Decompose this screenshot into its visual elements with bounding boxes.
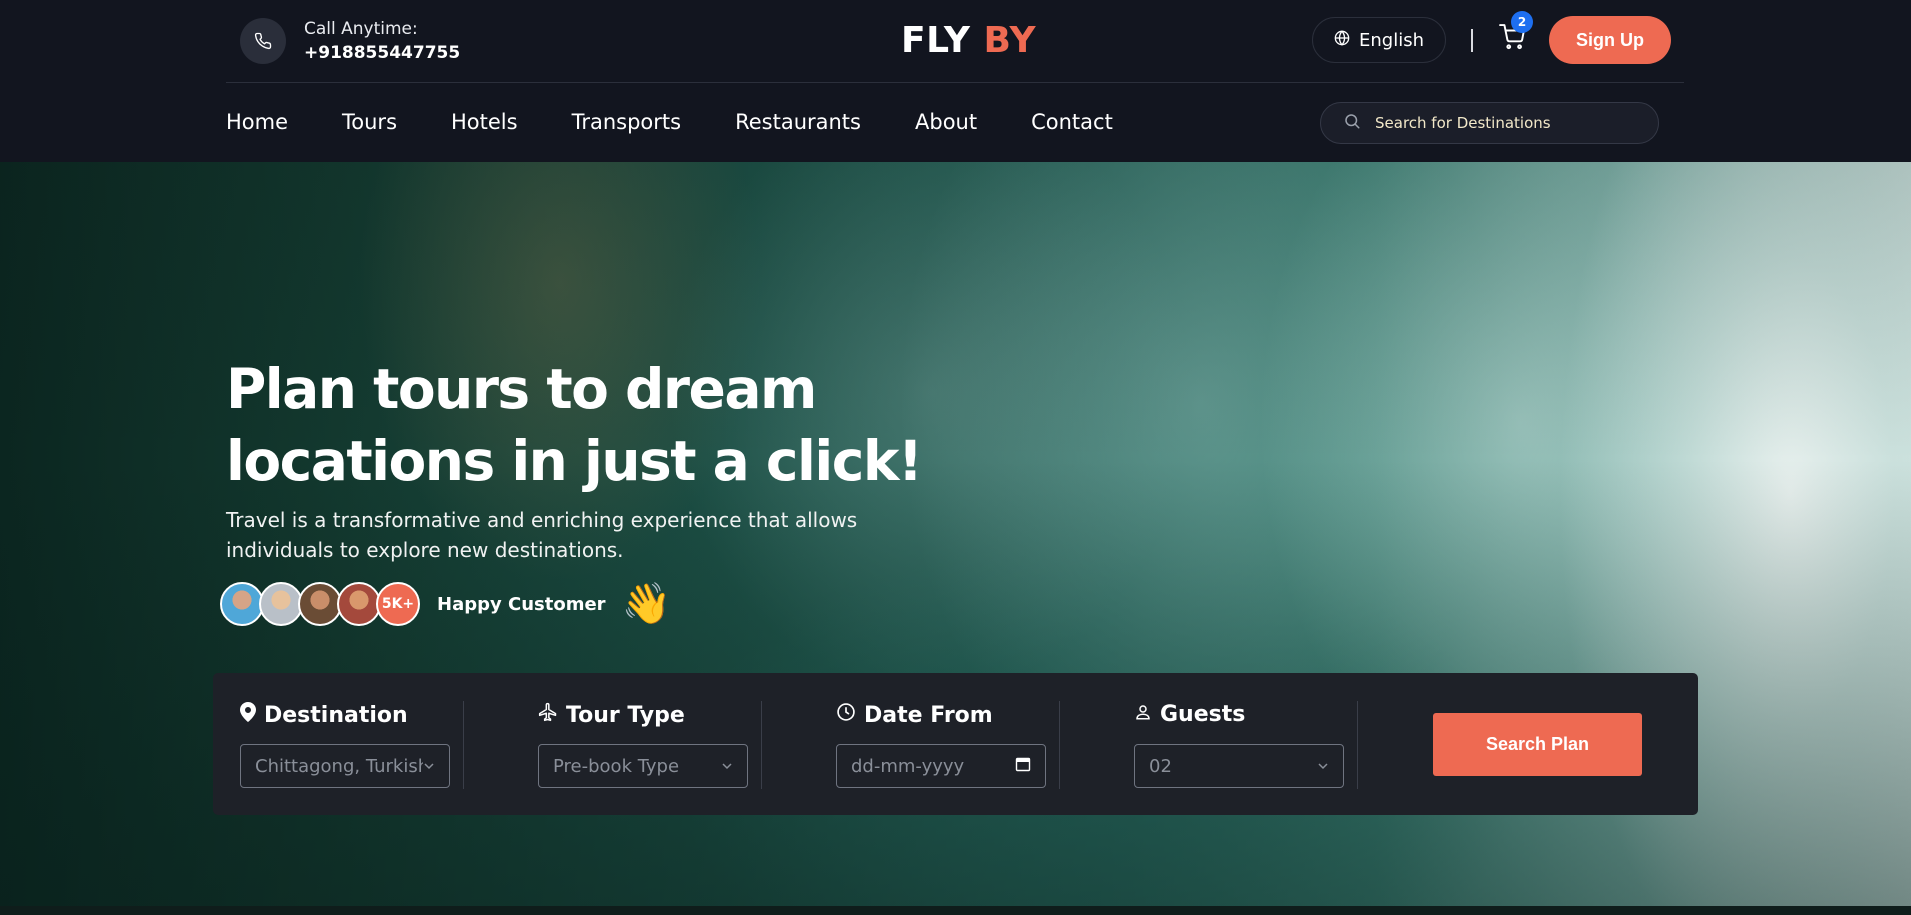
destination-title: Destination	[240, 702, 408, 728]
site-logo[interactable]: FLY BY	[901, 20, 1036, 61]
logo-fly: FLY	[901, 20, 971, 61]
destination-value: Chittagong, Turkish	[255, 755, 423, 777]
guests-label: Guests	[1160, 702, 1246, 727]
customer-avatar	[259, 582, 303, 626]
nav-hotels[interactable]: Hotels	[451, 109, 518, 135]
field-divider	[463, 701, 464, 789]
cart-count-badge: 2	[1511, 11, 1533, 33]
guests-field: Guests 02	[1134, 673, 1364, 815]
main-nav: Home Tours Hotels Transports Restaurants…	[226, 109, 1113, 135]
date-from-value: dd-mm-yyyy	[851, 755, 965, 777]
nav-restaurants[interactable]: Restaurants	[735, 109, 861, 135]
person-icon	[1134, 702, 1152, 727]
logo-by: BY	[983, 20, 1037, 61]
booking-panel: Destination Chittagong, Turkish Tour Typ…	[213, 673, 1698, 815]
nav-contact[interactable]: Contact	[1031, 109, 1113, 135]
nav-transports[interactable]: Transports	[572, 109, 681, 135]
date-from-input[interactable]: dd-mm-yyyy	[836, 744, 1046, 788]
hero-title-line-2: locations in just a click!	[226, 429, 923, 493]
nav-home[interactable]: Home	[226, 109, 288, 135]
guests-select[interactable]: 02	[1134, 744, 1344, 788]
guests-value: 02	[1149, 755, 1172, 777]
guests-title: Guests	[1134, 702, 1245, 727]
search-plan-button[interactable]: Search Plan	[1433, 713, 1642, 776]
waving-hand-icon: 👋	[621, 581, 672, 627]
tour-type-select[interactable]: Pre-book Type	[538, 744, 748, 788]
destination-search[interactable]	[1320, 102, 1659, 144]
chevron-down-icon	[1317, 756, 1329, 777]
customer-avatar	[337, 582, 381, 626]
sign-up-button[interactable]: Sign Up	[1549, 16, 1671, 64]
hero-description: Travel is a transformative and enriching…	[226, 508, 858, 562]
search-input[interactable]	[1375, 114, 1635, 132]
call-block[interactable]: Call Anytime: +918855447755	[240, 18, 460, 64]
location-pin-icon	[240, 702, 256, 728]
globe-icon	[1334, 29, 1350, 51]
tour-type-value: Pre-book Type	[553, 755, 680, 777]
clock-icon	[836, 702, 856, 728]
date-from-field: Date From dd-mm-yyyy	[836, 673, 1066, 815]
chevron-down-icon	[721, 756, 733, 777]
field-divider	[761, 701, 762, 789]
tour-type-title: Tour Type	[538, 702, 685, 728]
field-divider	[1059, 701, 1060, 789]
hero-title-line-1: Plan tours to dream	[226, 357, 817, 421]
site-header: Call Anytime: +918855447755 FLY BY Engli…	[0, 0, 1911, 162]
language-selector[interactable]: English	[1312, 17, 1446, 63]
hero-title: Plan tours to dream locations in just a …	[226, 353, 926, 497]
search-icon	[1343, 112, 1361, 134]
tour-type-field: Tour Type Pre-book Type	[538, 673, 768, 815]
happy-customer-label: Happy Customer	[437, 593, 606, 615]
customer-count-badge: 5K+	[376, 582, 420, 626]
nav-tours[interactable]: Tours	[342, 109, 397, 135]
date-from-label: Date From	[864, 702, 993, 728]
field-divider	[1357, 701, 1358, 789]
chevron-down-icon	[423, 756, 435, 777]
destination-label: Destination	[264, 702, 408, 728]
date-from-title: Date From	[836, 702, 993, 728]
nav-about[interactable]: About	[915, 109, 977, 135]
happy-customers: 5K+ Happy Customer 👋	[220, 582, 671, 626]
phone-icon	[240, 18, 286, 64]
destination-field: Destination Chittagong, Turkish	[240, 673, 470, 815]
top-bar: Call Anytime: +918855447755 FLY BY Engli…	[226, 0, 1684, 83]
destination-select[interactable]: Chittagong, Turkish	[240, 744, 450, 788]
airplane-icon	[538, 702, 558, 728]
page-bottom-strip	[0, 906, 1911, 915]
language-label: English	[1359, 29, 1424, 51]
calendar-icon[interactable]	[1015, 756, 1031, 777]
customer-avatar	[220, 582, 264, 626]
customer-avatar	[298, 582, 342, 626]
call-label: Call Anytime:	[304, 19, 418, 39]
call-number[interactable]: +918855447755	[304, 42, 460, 64]
tour-type-label: Tour Type	[566, 702, 685, 728]
header-divider	[1471, 29, 1473, 52]
